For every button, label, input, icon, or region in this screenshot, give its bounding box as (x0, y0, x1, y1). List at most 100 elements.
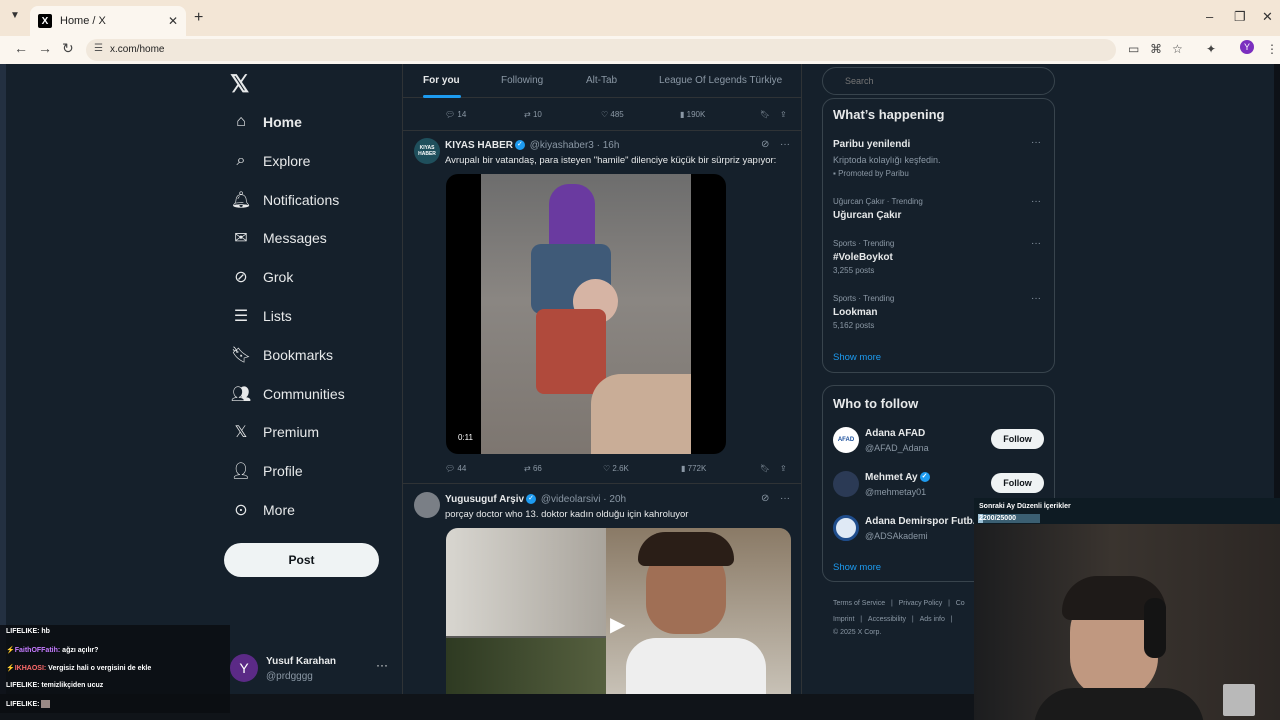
new-tab-icon[interactable]: + (194, 9, 203, 27)
tweet-time[interactable]: 20h (609, 494, 626, 505)
nav-item-label: Profile (263, 463, 303, 480)
tweet-video[interactable]: 0:11 (446, 174, 726, 454)
tab-following[interactable]: Following (501, 75, 543, 86)
nav-item-profile[interactable]: 👤︎ Profile (230, 456, 303, 486)
nav-item-lists[interactable]: ☰ Lists (230, 301, 292, 331)
author-name[interactable]: Yugusuguf Arşiv (445, 494, 524, 505)
tab-league-of-legends[interactable]: League Of Legends Türkiye (659, 75, 782, 86)
reply-button[interactable]: 💬︎ 14 (445, 110, 466, 119)
forward-icon[interactable]: → (38, 40, 52, 56)
author-handle[interactable]: @videolarsivi (541, 494, 601, 505)
like-button[interactable]: ♡ 2.6K (603, 464, 629, 473)
window-close-icon[interactable]: ✕ (1262, 9, 1273, 25)
install-icon[interactable]: ▭ (1128, 42, 1139, 56)
chat-user: LIFELIKE: (6, 700, 40, 708)
restore-icon[interactable]: ❐ (1234, 9, 1246, 25)
show-more-link[interactable]: Show more (833, 562, 881, 573)
more-dots-icon[interactable]: ··· (1031, 293, 1041, 304)
nav-item-explore[interactable]: ⌕ Explore (230, 146, 311, 176)
nav-item-bookmarks[interactable]: 🔖︎ Bookmarks (230, 340, 333, 370)
repost-button[interactable]: ⇄ 10 (524, 110, 542, 119)
nav-item-messages[interactable]: ✉ Messages (230, 223, 327, 253)
tweet-video[interactable]: ▶ (446, 528, 791, 694)
footer-link[interactable]: Imprint (833, 616, 854, 623)
x-icon: 𝕏 (234, 424, 248, 442)
promoted-icon: ▪ (833, 169, 836, 178)
share-icon[interactable]: ⇪ (780, 110, 787, 119)
follow-button[interactable]: Follow (991, 429, 1044, 449)
star-icon[interactable]: ☆ (1172, 42, 1183, 56)
more-dots-icon[interactable]: ··· (1031, 238, 1041, 249)
share-icon[interactable]: ⇪ (780, 464, 787, 473)
repost-button[interactable]: ⇄ 66 (524, 464, 542, 473)
trend-meta: Sports · Trending (833, 294, 895, 303)
trend-topic[interactable]: #VoleBoykot (833, 252, 893, 263)
tab-search-icon[interactable]: ▼ (10, 10, 20, 21)
avatar[interactable] (414, 492, 440, 518)
nav-item-communities[interactable]: 👥︎ Communities (230, 379, 345, 409)
avatar[interactable] (833, 471, 859, 497)
browser-tab[interactable]: X Home / X ✕ (30, 6, 186, 36)
trend-topic[interactable]: Paribu yenilendi (833, 139, 910, 150)
reply-button[interactable]: 💬︎ 44 (445, 464, 466, 473)
avatar[interactable]: AFAD (833, 427, 859, 453)
account-switcher[interactable]: Y Yusuf Karahan @prdgggg ··· (230, 652, 392, 686)
follow-name[interactable]: Mehmet Ay ✓ (865, 472, 932, 483)
avatar[interactable] (833, 515, 859, 541)
follow-name[interactable]: Adana Demirspor Futb. (865, 516, 976, 527)
minimize-icon[interactable]: – (1206, 9, 1213, 24)
bookmark-icon[interactable]: 🔖︎ (760, 464, 770, 473)
extensions-icon[interactable]: ✦ (1206, 42, 1216, 56)
trend-topic[interactable]: Lookman (833, 307, 877, 318)
views-icon: ▮ (681, 464, 686, 473)
tab-alt-tab[interactable]: Alt-Tab (586, 75, 617, 86)
avatar[interactable]: KIYAS HABER (414, 138, 440, 164)
views-button[interactable]: ▮ 190K (680, 110, 705, 119)
play-icon[interactable]: ▶ (610, 612, 625, 637)
bookmark-icon[interactable]: 🔖︎ (760, 110, 770, 119)
tab-for-you[interactable]: For you (423, 75, 460, 86)
search-input[interactable] (822, 67, 1055, 95)
tab-close-icon[interactable]: ✕ (168, 14, 178, 28)
nav-item-grok[interactable]: ⊘ Grok (230, 262, 293, 292)
grok-icon[interactable]: ⊘ (761, 493, 769, 504)
more-dots-icon[interactable]: ··· (1031, 196, 1041, 207)
trend-topic[interactable]: Uğurcan Çakır (833, 210, 901, 221)
site-info-icon[interactable]: ☰ (94, 43, 103, 54)
reload-icon[interactable]: ↻ (62, 40, 74, 57)
footer-link[interactable]: Ads info (920, 616, 945, 623)
more-dots-icon[interactable]: ··· (780, 493, 790, 504)
author-name[interactable]: KIYAS HABER (445, 140, 513, 151)
author-handle[interactable]: @kiyashaber3 (530, 140, 594, 151)
chrome-menu-icon[interactable]: ⋮ (1266, 42, 1278, 56)
x-logo-icon[interactable]: 𝕏 (230, 70, 249, 99)
show-more-link[interactable]: Show more (833, 352, 881, 363)
footer-link[interactable]: Terms of Service (833, 600, 885, 607)
post-button[interactable]: Post (224, 543, 379, 577)
trend-subtitle: Kriptoda kolaylığı keşfedin. (833, 155, 941, 165)
like-button[interactable]: ♡ 485 (601, 110, 624, 119)
browser-profile-avatar[interactable]: Y (1240, 40, 1254, 54)
follow-name[interactable]: Adana AFAD (865, 428, 925, 439)
back-icon[interactable]: ← (14, 40, 28, 56)
video-frame-left (446, 528, 606, 636)
section-title: Who to follow (833, 396, 919, 411)
translate-icon[interactable]: ⌘ (1150, 42, 1162, 56)
nav-item-notifications[interactable]: 🔔︎ Notifications (230, 185, 339, 215)
nav-item-more[interactable]: ⊙ More (230, 495, 295, 525)
person-shirt (626, 638, 766, 694)
footer-link[interactable]: Accessibility (868, 616, 906, 623)
bookmark-icon: 🔖︎ (230, 346, 252, 364)
tweet-time[interactable]: 16h (603, 140, 620, 151)
url-field[interactable]: ☰ x.com/home (86, 39, 1116, 61)
views-button[interactable]: ▮ 772K (681, 464, 706, 473)
more-dots-icon[interactable]: ··· (780, 139, 790, 150)
more-dots-icon[interactable]: ··· (376, 658, 388, 672)
follow-button[interactable]: Follow (991, 473, 1044, 493)
footer-link[interactable]: Co (956, 600, 965, 607)
nav-item-home[interactable]: ⌂ Home (230, 107, 302, 137)
more-dots-icon[interactable]: ··· (1031, 137, 1041, 148)
nav-item-premium[interactable]: 𝕏 Premium (230, 417, 319, 447)
footer-link[interactable]: Privacy Policy (899, 600, 943, 607)
grok-icon[interactable]: ⊘ (761, 139, 769, 150)
